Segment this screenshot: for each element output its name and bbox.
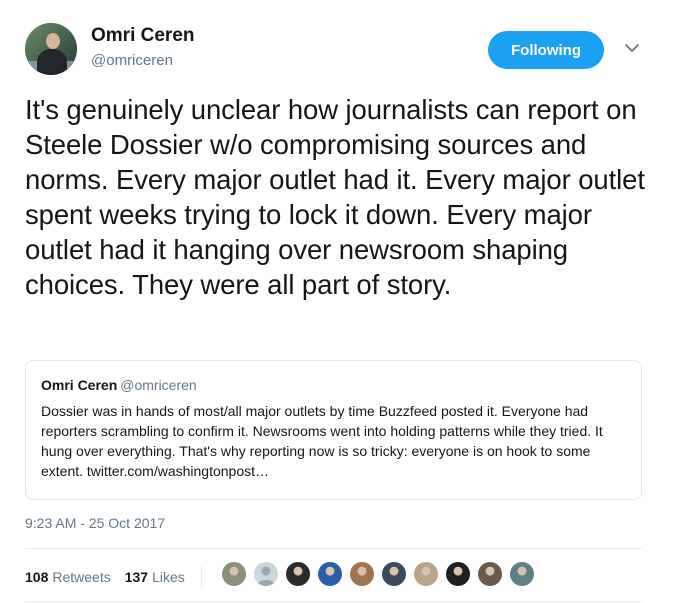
following-button[interactable]: Following [488, 31, 604, 69]
liker-avatar[interactable] [222, 562, 246, 586]
divider [25, 548, 642, 549]
liker-avatar[interactable] [350, 562, 374, 586]
quoted-tweet[interactable]: Omri Ceren @omriceren Dossier was in hand… [25, 360, 642, 500]
default-avatar-icon[interactable] [254, 562, 278, 586]
liker-avatar[interactable] [478, 562, 502, 586]
divider [25, 601, 642, 602]
liker-avatar[interactable] [510, 562, 534, 586]
quoted-display-name: Omri Ceren [41, 377, 118, 393]
author-screen-name[interactable]: @omriceren [91, 52, 173, 69]
chevron-down-icon[interactable] [622, 38, 642, 58]
quoted-screen-name: @omriceren [120, 377, 197, 393]
likers-facepile [222, 562, 542, 586]
liker-avatar[interactable] [286, 562, 310, 586]
quoted-tweet-text: Dossier was in hands of most/all major o… [41, 403, 603, 479]
liker-avatar[interactable] [414, 562, 438, 586]
retweets-stat[interactable]: 108 Retweets [25, 569, 111, 585]
tweet-timestamp[interactable]: 9:23 AM - 25 Oct 2017 [25, 515, 165, 531]
stats-separator [200, 566, 202, 588]
liker-avatar[interactable] [382, 562, 406, 586]
likes-stat[interactable]: 137 Likes [125, 569, 185, 585]
liker-avatar[interactable] [446, 562, 470, 586]
retweets-count: 108 [25, 569, 49, 585]
author-display-name[interactable]: Omri Ceren [91, 25, 194, 47]
author-avatar[interactable] [25, 23, 77, 75]
tweet-text: It's genuinely unclear how journalists c… [25, 94, 645, 300]
quoted-tweet-header: Omri Ceren @omriceren [41, 377, 197, 393]
tweet-stats: 108 Retweets 137 Likes [25, 566, 202, 588]
liker-avatar[interactable] [318, 562, 342, 586]
retweets-label: Retweets [52, 569, 111, 585]
tweet-card: Omri Ceren @omriceren Following It's gen… [0, 0, 673, 603]
likes-label: Likes [152, 569, 185, 585]
likes-count: 137 [124, 569, 149, 585]
